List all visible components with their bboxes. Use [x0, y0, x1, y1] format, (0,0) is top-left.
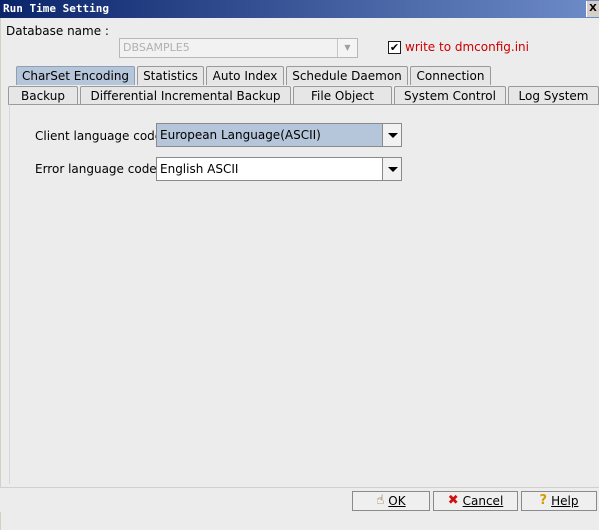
red-x-icon: ✖ [447, 493, 459, 508]
tab-schedule-daemon[interactable]: Schedule Daemon [286, 66, 408, 85]
cancel-button[interactable]: ✖ Cancel [433, 491, 518, 511]
question-mark-icon: ? [539, 493, 548, 508]
client-language-select[interactable]: European Language(ASCII) [156, 123, 402, 147]
write-config-checkbox-row[interactable]: ✔ write to dmconfig.ini [388, 40, 529, 54]
help-button[interactable]: ? Help [521, 491, 597, 511]
tab-connection[interactable]: Connection [410, 66, 491, 85]
chevron-down-icon: ▼ [337, 39, 357, 57]
write-config-label: write to dmconfig.ini [405, 40, 529, 54]
button-bar: ☝ OK ✖ Cancel ? Help [0, 487, 599, 512]
ok-button[interactable]: ☝ OK [352, 491, 430, 511]
title-bar: Run Time Setting X [0, 0, 599, 18]
tab-backup[interactable]: Backup [8, 86, 78, 105]
database-name-label: Database name : [6, 24, 109, 38]
database-row: Database name : [6, 20, 109, 42]
tab-system-control[interactable]: System Control [394, 86, 506, 105]
error-language-value: English ASCII [160, 162, 239, 176]
tab-auto-index[interactable]: Auto Index [206, 66, 284, 85]
database-name-value: DBSAMPLE5 [123, 41, 190, 54]
chevron-down-icon[interactable] [382, 124, 401, 146]
client-language-label: Client language code: [35, 129, 167, 143]
tab-charset-encoding[interactable]: CharSet Encoding [16, 66, 135, 85]
client-language-value: European Language(ASCII) [160, 128, 321, 142]
chevron-down-icon[interactable] [382, 158, 401, 180]
tab-statistics[interactable]: Statistics [137, 66, 204, 85]
hand-pointer-icon: ☝ [376, 493, 385, 508]
error-language-select[interactable]: English ASCII [156, 157, 402, 181]
window-title: Run Time Setting [3, 2, 109, 15]
close-icon[interactable]: X [586, 1, 599, 17]
tab-differential-incremental-backup[interactable]: Differential Incremental Backup [80, 86, 291, 105]
database-name-select: DBSAMPLE5 ▼ [119, 38, 358, 58]
write-config-checkbox[interactable]: ✔ [388, 40, 401, 54]
tab-log-system[interactable]: Log System [508, 86, 599, 105]
tab-file-object[interactable]: File Object [293, 86, 392, 105]
error-language-label: Error language code: [35, 162, 161, 176]
